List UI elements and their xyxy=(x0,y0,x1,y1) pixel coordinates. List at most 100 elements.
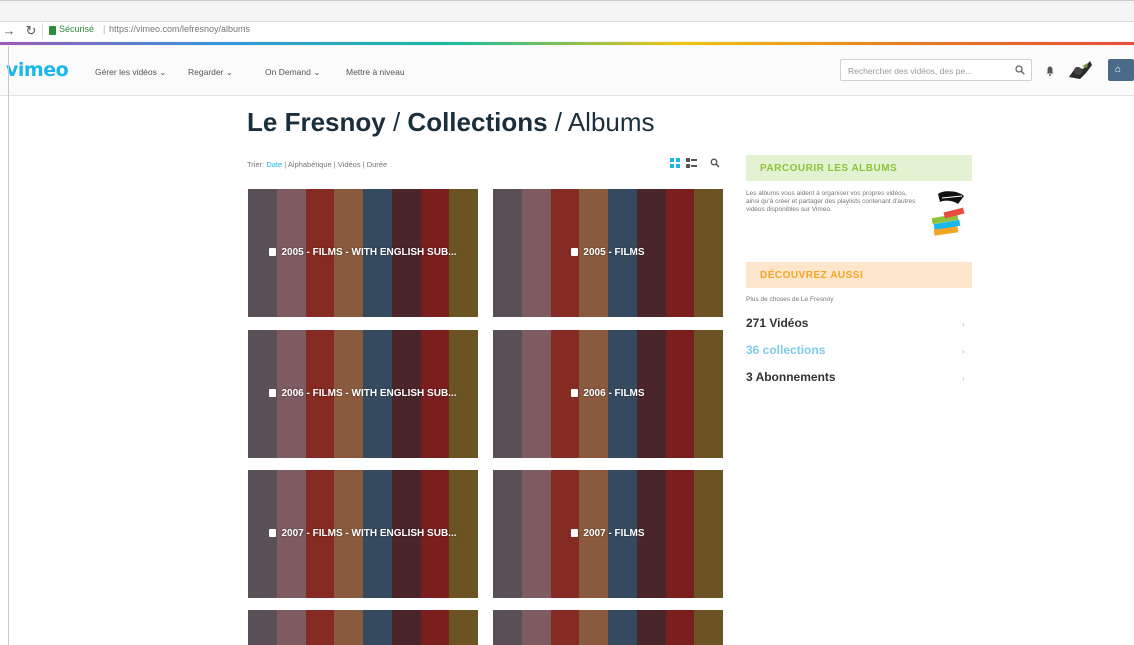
album-cover-stripe xyxy=(579,189,608,317)
album-cover-stripe xyxy=(694,189,723,317)
album-cover-stripe xyxy=(449,330,478,458)
stat-collections[interactable]: 36 collections xyxy=(746,343,825,357)
secure-label: Sécurisé xyxy=(59,24,95,34)
album-cover-stripe xyxy=(391,189,421,317)
album-card[interactable]: 2007 - FILMS - WITH ENGLISH SUB... xyxy=(248,470,478,598)
album-card[interactable] xyxy=(248,610,478,645)
search-box[interactable]: Rechercher des vidéos, des pe... xyxy=(840,59,1032,81)
title-leaf: Albums xyxy=(567,107,655,137)
album-card[interactable]: 2006 - FILMS - WITH ENGLISH SUB... xyxy=(248,330,478,458)
site-header: vimeo Gérer les vidéos ⌄ Regarder ⌄ On D… xyxy=(0,46,1134,96)
album-cover-stripe xyxy=(636,610,666,645)
menu-on-demand[interactable]: On Demand ⌄ xyxy=(265,67,320,78)
album-cover-stripe xyxy=(363,470,392,598)
search-icon[interactable] xyxy=(1015,65,1025,75)
stat-subscriptions[interactable]: 3 Abonnements xyxy=(746,370,836,384)
title-owner[interactable]: Le Fresnoy xyxy=(247,107,386,137)
detail-view-icon[interactable] xyxy=(686,158,697,168)
sort-label: Trier: xyxy=(247,160,265,169)
title-separator: / xyxy=(554,107,563,137)
album-cover-stripe xyxy=(248,189,277,317)
album-card[interactable] xyxy=(493,610,723,645)
album-cover-stripe xyxy=(579,470,608,598)
album-cover-stripe xyxy=(608,189,637,317)
reload-icon[interactable]: ↻ xyxy=(24,23,38,39)
more-from-label: Plus de choses de Le Fresnoy xyxy=(746,296,834,303)
chevron-right-icon: › xyxy=(962,320,965,329)
album-cover-stripe xyxy=(694,330,723,458)
avatar[interactable] xyxy=(1066,57,1094,83)
album-cover-stripe xyxy=(334,610,363,645)
chevron-right-icon: › xyxy=(962,374,965,383)
stat-videos[interactable]: 271 Vidéos xyxy=(746,316,808,330)
title-section[interactable]: Collections xyxy=(407,107,547,137)
album-cover-stripe xyxy=(694,610,723,645)
upload-button[interactable]: ⌂ xyxy=(1108,59,1134,81)
url-field[interactable]: Sécurisé | https://vimeo.com/lefresnoy/a… xyxy=(42,23,1134,39)
page-title: Le Fresnoy / Collections / Albums xyxy=(247,107,655,138)
menu-manage-videos[interactable]: Gérer les vidéos ⌄ xyxy=(95,67,166,78)
album-cover-stripe xyxy=(305,470,335,598)
album-cover-stripe xyxy=(305,189,335,317)
album-cover-stripe xyxy=(493,330,522,458)
album-cover-stripe xyxy=(550,610,580,645)
album-cover-stripe xyxy=(334,189,363,317)
album-card[interactable]: 2005 - FILMS xyxy=(493,189,723,317)
album-cover-stripe xyxy=(248,330,277,458)
album-cover-stripe xyxy=(608,610,637,645)
forward-icon[interactable]: → xyxy=(2,23,16,39)
album-card[interactable]: 2007 - FILMS xyxy=(493,470,723,598)
album-cover-stripe xyxy=(521,330,551,458)
vimeo-logo[interactable]: vimeo xyxy=(6,59,69,81)
album-cover-stripe xyxy=(521,610,551,645)
album-cover-stripe xyxy=(636,330,666,458)
url-text: https://vimeo.com/lefresnoy/albums xyxy=(109,24,251,34)
album-cover-stripe xyxy=(363,189,392,317)
album-cover-stripe xyxy=(665,470,695,598)
album-cover-stripe xyxy=(493,610,522,645)
album-cover-stripe xyxy=(521,189,551,317)
browse-albums-description: Les albums vous aident à organiser vos p… xyxy=(746,190,916,213)
album-cover-stripe xyxy=(420,470,450,598)
album-cover-stripe xyxy=(248,470,277,598)
album-cover-stripe xyxy=(276,189,306,317)
sort-bar: Trier: Date | Alphabétique | Vidéos | Du… xyxy=(247,160,388,169)
bell-icon[interactable] xyxy=(1046,66,1054,76)
album-cover-stripe xyxy=(579,610,608,645)
album-card[interactable]: 2006 - FILMS xyxy=(493,330,723,458)
album-cover-stripe xyxy=(550,330,580,458)
browser-chrome: → ↻ Sécurisé | https://vimeo.com/lefresn… xyxy=(0,0,1134,46)
album-cover-stripe xyxy=(248,610,277,645)
album-cover-stripe xyxy=(521,470,551,598)
sort-alpha[interactable]: Alphabétique xyxy=(288,160,332,169)
search-icon[interactable] xyxy=(710,158,720,168)
album-cover-stripe xyxy=(420,189,450,317)
album-cover-stripe xyxy=(334,470,363,598)
lock-icon xyxy=(49,26,56,35)
album-cover-stripe xyxy=(636,470,666,598)
title-separator: / xyxy=(392,107,401,137)
menu-upgrade[interactable]: Mettre à niveau xyxy=(346,67,405,77)
album-card[interactable]: 2005 - FILMS - WITH ENGLISH SUB... xyxy=(248,189,478,317)
album-cover-stripe xyxy=(276,610,306,645)
browse-albums-heading: PARCOURIR LES ALBUMS xyxy=(746,155,972,181)
album-cover-stripe xyxy=(665,610,695,645)
album-cover-stripe xyxy=(449,189,478,317)
album-cover-stripe xyxy=(493,470,522,598)
album-cover-stripe xyxy=(391,330,421,458)
album-cover-stripe xyxy=(276,330,306,458)
album-cover-stripe xyxy=(608,470,637,598)
grid-view-icon[interactable] xyxy=(670,158,680,168)
sort-duration[interactable]: Durée xyxy=(367,160,387,169)
album-cover-stripe xyxy=(665,189,695,317)
album-cover-stripe xyxy=(449,470,478,598)
sort-date[interactable]: Date xyxy=(266,160,282,169)
album-cover-stripe xyxy=(449,610,478,645)
color-strip xyxy=(0,42,1134,45)
sort-videos[interactable]: Vidéos xyxy=(338,160,361,169)
menu-watch[interactable]: Regarder ⌄ xyxy=(188,67,233,78)
album-cover-stripe xyxy=(305,610,335,645)
search-input[interactable]: Rechercher des vidéos, des pe... xyxy=(848,66,972,76)
album-cover-stripe xyxy=(608,330,637,458)
album-cover-stripe xyxy=(420,330,450,458)
